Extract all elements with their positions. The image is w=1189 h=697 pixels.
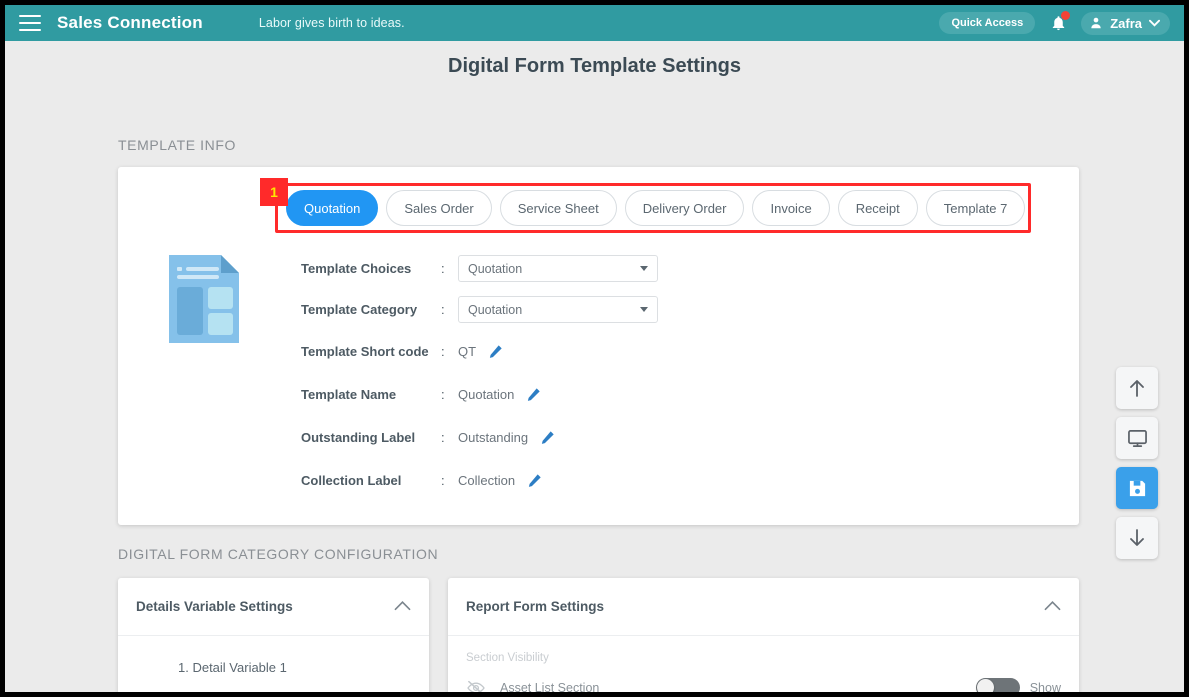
select-template-choices[interactable]: Quotation — [458, 255, 658, 282]
hamburger-icon[interactable] — [19, 15, 41, 31]
chevron-up-icon[interactable] — [394, 599, 411, 614]
field-label: Template Choices — [301, 261, 412, 276]
section-name-label: Asset List Section — [500, 680, 600, 695]
page-title: Digital Form Template Settings — [448, 55, 741, 77]
report-card-title: Report Form Settings — [466, 599, 605, 614]
tab-receipt[interactable]: Receipt — [837, 190, 918, 226]
preview-button[interactable] — [1116, 417, 1158, 459]
quick-access-button[interactable]: Quick Access — [939, 12, 1036, 34]
notification-bell-icon[interactable] — [1047, 11, 1071, 34]
monitor-icon — [1127, 429, 1147, 447]
topbar-actions: Quick Access Zafra — [939, 11, 1170, 35]
select-template-category[interactable]: Quotation — [458, 296, 658, 323]
form-row: Template Short code: QT — [301, 330, 658, 373]
chevron-down-icon — [1149, 19, 1160, 27]
field-colon: : — [441, 473, 445, 488]
report-card-body: Section Visibility Asset List Section Sh… — [448, 636, 1079, 695]
annotation-step-badge: 1 — [260, 178, 288, 206]
app-window: Sales Connection Labor gives birth to id… — [0, 0, 1189, 697]
person-icon — [1091, 17, 1101, 29]
user-name-label: Zafra — [1110, 15, 1142, 31]
template-info-section-label: TEMPLATE INFO — [118, 137, 236, 153]
user-menu[interactable]: Zafra — [1081, 11, 1170, 35]
details-variable-settings-card: Details Variable Settings 1. Detail Vari… — [118, 578, 429, 692]
form-row: Template Name: Quotation — [301, 373, 658, 416]
field-value: Quotation — [458, 387, 515, 402]
scroll-up-button[interactable] — [1116, 367, 1158, 409]
form-row: Template Category: Quotation — [301, 289, 658, 330]
pencil-icon[interactable] — [488, 344, 503, 359]
scroll-down-button[interactable] — [1116, 517, 1158, 559]
section-toggle-wrap: Show — [975, 678, 1061, 695]
template-info-form: Template Choices: Quotation Template Categ… — [301, 248, 658, 502]
list-item[interactable]: 1. Detail Variable 1 — [136, 660, 411, 675]
report-card-header[interactable]: Report Form Settings — [448, 578, 1079, 636]
field-label: Template Name — [301, 387, 397, 402]
field-label: Template Category — [301, 302, 418, 317]
field-value: Collection — [458, 473, 516, 488]
field-colon: : — [441, 344, 445, 359]
tab-sales-order[interactable]: Sales Order — [386, 190, 492, 226]
field-value: Outstanding — [458, 430, 529, 445]
form-row: Template Choices: Quotation — [301, 248, 658, 289]
eye-off-icon — [467, 680, 485, 692]
form-row: Collection Label: Collection — [301, 459, 658, 502]
document-template-icon — [169, 255, 239, 343]
section-visibility-row: Asset List Section Show — [466, 678, 1061, 695]
field-colon: : — [441, 261, 445, 276]
select-value: Quotation — [468, 302, 523, 317]
app-brand-title: Sales Connection — [57, 13, 203, 32]
arrow-up-icon — [1130, 380, 1144, 397]
save-icon — [1129, 480, 1145, 496]
category-config-section-label: DIGITAL FORM CATEGORY CONFIGURATION — [118, 546, 439, 562]
tab-template-7[interactable]: Template 7 — [925, 190, 1026, 226]
arrow-down-icon — [1130, 529, 1144, 546]
tab-quotation[interactable]: Quotation — [286, 190, 379, 226]
toggle-knob — [976, 679, 994, 692]
field-colon: : — [441, 430, 445, 445]
floating-action-buttons — [1116, 367, 1158, 559]
field-value: QT — [458, 344, 477, 359]
chevron-down-icon — [640, 307, 648, 312]
chevron-down-icon — [640, 266, 648, 271]
field-label: Outstanding Label — [301, 430, 416, 445]
top-navigation-bar: Sales Connection Labor gives birth to id… — [5, 5, 1184, 41]
form-row: Outstanding Label: Outstanding — [301, 416, 658, 459]
notification-badge — [1061, 11, 1071, 20]
app-tagline: Labor gives birth to ideas. — [258, 16, 405, 30]
section-visibility-toggle[interactable] — [975, 678, 1020, 692]
field-label: Collection Label — [301, 473, 402, 488]
tab-delivery-order[interactable]: Delivery Order — [624, 190, 745, 226]
details-card-header[interactable]: Details Variable Settings — [118, 578, 429, 636]
toggle-label: Show — [1029, 680, 1061, 695]
select-value: Quotation — [468, 261, 523, 276]
pencil-icon[interactable] — [527, 473, 542, 488]
field-colon: : — [441, 302, 445, 317]
save-button[interactable] — [1116, 467, 1158, 509]
pencil-icon[interactable] — [526, 387, 541, 402]
template-type-tabs: Quotation Sales Order Service Sheet Deliver… — [286, 190, 1026, 226]
tab-service-sheet[interactable]: Service Sheet — [499, 190, 617, 226]
field-colon: : — [441, 387, 445, 402]
chevron-up-icon[interactable] — [1044, 599, 1061, 614]
details-card-body: 1. Detail Variable 1 — [118, 636, 429, 675]
pencil-icon[interactable] — [540, 430, 555, 445]
details-card-title: Details Variable Settings — [136, 599, 293, 614]
report-form-settings-card: Report Form Settings Section Visibility … — [448, 578, 1079, 695]
field-label: Template Short code — [301, 344, 429, 359]
section-visibility-label: Section Visibility — [466, 652, 549, 664]
tab-invoice[interactable]: Invoice — [752, 190, 830, 226]
